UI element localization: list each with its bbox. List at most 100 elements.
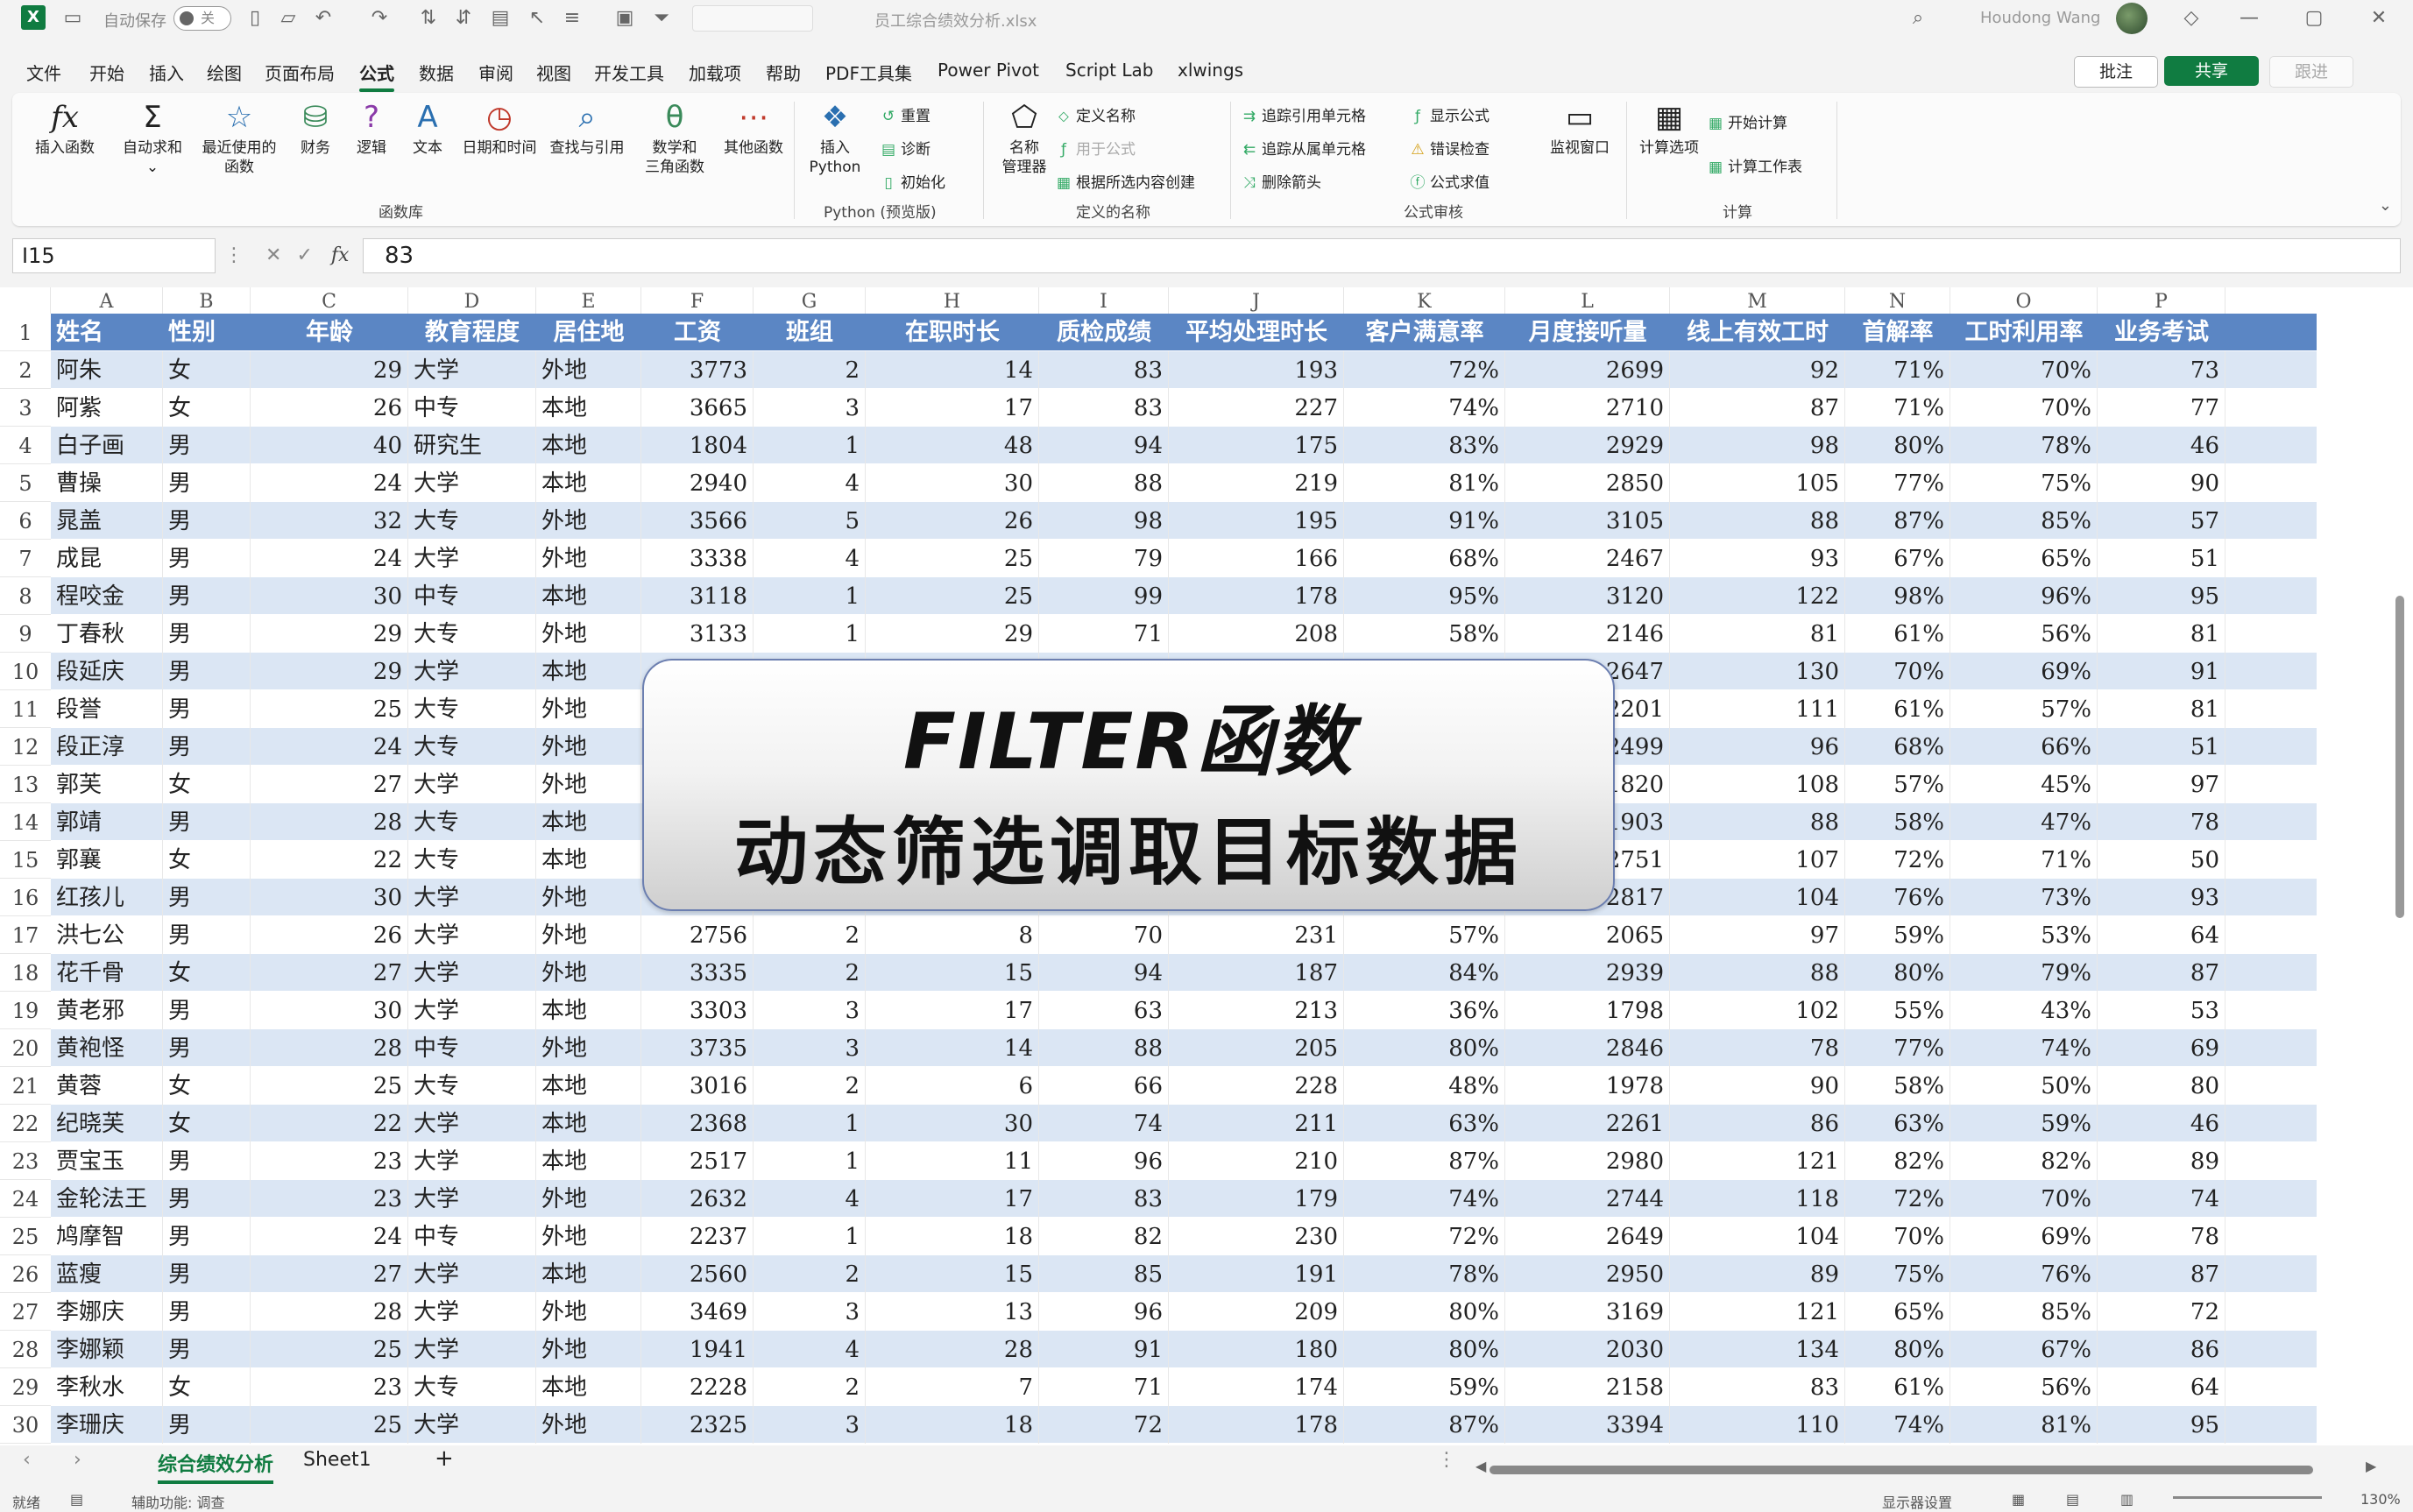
table-cell[interactable]: 24: [251, 540, 408, 577]
table-cell[interactable]: 82: [1039, 1218, 1169, 1255]
table-cell[interactable]: 74%: [1845, 1406, 1950, 1444]
horizontal-scrollbar[interactable]: [1490, 1466, 2313, 1474]
table-cell[interactable]: 96: [1039, 1293, 1169, 1331]
table-cell[interactable]: 64: [2098, 916, 2225, 954]
table-cell[interactable]: 25: [866, 577, 1039, 615]
table-cell[interactable]: 77%: [1845, 1029, 1950, 1067]
table-cell[interactable]: 175: [1169, 427, 1344, 464]
new-file-icon[interactable]: ▯: [244, 7, 266, 30]
datetime-button[interactable]: ◷ 日期和时间: [456, 100, 543, 158]
display-settings[interactable]: 显示器设置: [1882, 1491, 1952, 1512]
autosave-toggle[interactable]: 关: [173, 6, 231, 31]
table-cell[interactable]: 219: [1169, 464, 1344, 502]
table-cell[interactable]: 79%: [1950, 954, 2098, 992]
align-icon[interactable]: ≡: [561, 7, 584, 30]
table-cell[interactable]: 外地: [536, 1180, 641, 1218]
define-name-button[interactable]: ⬦ 定义名称: [1055, 103, 1136, 125]
table-cell[interactable]: 98: [1039, 502, 1169, 540]
table-cell[interactable]: 外地: [536, 690, 641, 728]
table-cell[interactable]: 25: [251, 690, 408, 728]
row-header[interactable]: 23: [0, 1142, 51, 1180]
table-cell[interactable]: 鸠摩智: [51, 1218, 163, 1255]
table-cell[interactable]: 3773: [641, 351, 754, 389]
table-cell[interactable]: 67%: [1845, 540, 1950, 577]
table-cell[interactable]: 李娜颖: [51, 1331, 163, 1368]
table-cell[interactable]: 4: [754, 540, 866, 577]
name-box[interactable]: I15: [12, 238, 216, 273]
table-cell[interactable]: 78%: [1344, 1255, 1505, 1293]
table-cell[interactable]: 2699: [1505, 351, 1670, 389]
open-folder-icon[interactable]: ▱: [277, 7, 300, 30]
table-cell[interactable]: 本地: [536, 1142, 641, 1180]
table-cell[interactable]: 男: [163, 427, 251, 464]
table-cell[interactable]: 外地: [536, 1218, 641, 1255]
table-cell[interactable]: 96%: [1950, 577, 2098, 615]
avatar[interactable]: [2116, 3, 2148, 34]
table-cell[interactable]: 白子画: [51, 427, 163, 464]
table-cell[interactable]: 大学: [408, 766, 536, 803]
table-cell[interactable]: 50%: [1950, 1067, 2098, 1105]
table-cell[interactable]: 88: [1039, 1029, 1169, 1067]
table-cell[interactable]: 17: [866, 389, 1039, 427]
row-header[interactable]: 5: [0, 464, 51, 502]
tab-draw[interactable]: 绘图: [207, 60, 242, 85]
column-header-C[interactable]: C: [251, 287, 408, 314]
table-cell[interactable]: 85%: [1950, 1293, 2098, 1331]
table-cell[interactable]: 大学: [408, 540, 536, 577]
tab-addins[interactable]: 加载项: [689, 60, 741, 85]
row-header[interactable]: 28: [0, 1331, 51, 1368]
table-cell[interactable]: 105: [1670, 464, 1845, 502]
redo-icon[interactable]: ↷: [368, 7, 391, 30]
table-cell[interactable]: 男: [163, 1142, 251, 1180]
table-cell[interactable]: 大学: [408, 653, 536, 690]
table-cell[interactable]: 79: [1039, 540, 1169, 577]
table-cell[interactable]: 女: [163, 1105, 251, 1142]
table-cell[interactable]: 29: [251, 615, 408, 653]
text-button[interactable]: A 文本: [401, 100, 454, 158]
table-cell[interactable]: 63%: [1344, 1105, 1505, 1142]
table-cell[interactable]: 14: [866, 351, 1039, 389]
table-cell[interactable]: 2517: [641, 1142, 754, 1180]
table-cell[interactable]: 纪晓芙: [51, 1105, 163, 1142]
tab-power-pivot[interactable]: Power Pivot: [938, 60, 1039, 81]
header-cell[interactable]: 居住地: [536, 314, 641, 351]
table-cell[interactable]: 金轮法王: [51, 1180, 163, 1218]
table-cell[interactable]: 本地: [536, 427, 641, 464]
table-cell[interactable]: 大学: [408, 1331, 536, 1368]
table-cell[interactable]: 70%: [1845, 653, 1950, 690]
table-cell[interactable]: 男: [163, 803, 251, 841]
table-cell[interactable]: 外地: [536, 1406, 641, 1444]
table-cell[interactable]: 3: [754, 389, 866, 427]
table-cell[interactable]: 2980: [1505, 1142, 1670, 1180]
trace-dependents-button[interactable]: ⇇ 追踪从属单元格: [1241, 137, 1366, 159]
table-cell[interactable]: 80%: [1344, 1331, 1505, 1368]
table-cell[interactable]: 男: [163, 728, 251, 766]
column-header-M[interactable]: M: [1670, 287, 1845, 314]
table-cell[interactable]: 3: [754, 1293, 866, 1331]
table-cell[interactable]: 花千骨: [51, 954, 163, 992]
zoom-slider[interactable]: [2173, 1496, 2322, 1499]
table-cell[interactable]: 57%: [1845, 766, 1950, 803]
table-cell[interactable]: 3338: [641, 540, 754, 577]
file-name[interactable]: 员工综合绩效分析.xlsx: [874, 9, 1037, 32]
table-cell[interactable]: 22: [251, 841, 408, 879]
table-cell[interactable]: 30: [251, 577, 408, 615]
tab-options-icon[interactable]: ⋮: [1437, 1449, 1456, 1471]
table-cell[interactable]: 84%: [1344, 954, 1505, 992]
table-cell[interactable]: 166: [1169, 540, 1344, 577]
table-cell[interactable]: 24: [251, 464, 408, 502]
more-options-icon[interactable]: ⋮: [224, 244, 244, 266]
table-cell[interactable]: 男: [163, 690, 251, 728]
table-cell[interactable]: 2710: [1505, 389, 1670, 427]
table-cell[interactable]: 25: [251, 1406, 408, 1444]
table-cell[interactable]: 75%: [1950, 464, 2098, 502]
header-cell[interactable]: 客户满意率: [1344, 314, 1505, 351]
table-cell[interactable]: 87%: [1344, 1142, 1505, 1180]
table-cell[interactable]: 51: [2098, 728, 2225, 766]
table-cell[interactable]: 2: [754, 351, 866, 389]
header-cell[interactable]: 业务考试: [2098, 314, 2225, 351]
table-cell[interactable]: 74: [1039, 1105, 1169, 1142]
table-cell[interactable]: 大学: [408, 1180, 536, 1218]
select-all-corner[interactable]: [0, 287, 51, 314]
table-cell[interactable]: 210: [1169, 1142, 1344, 1180]
